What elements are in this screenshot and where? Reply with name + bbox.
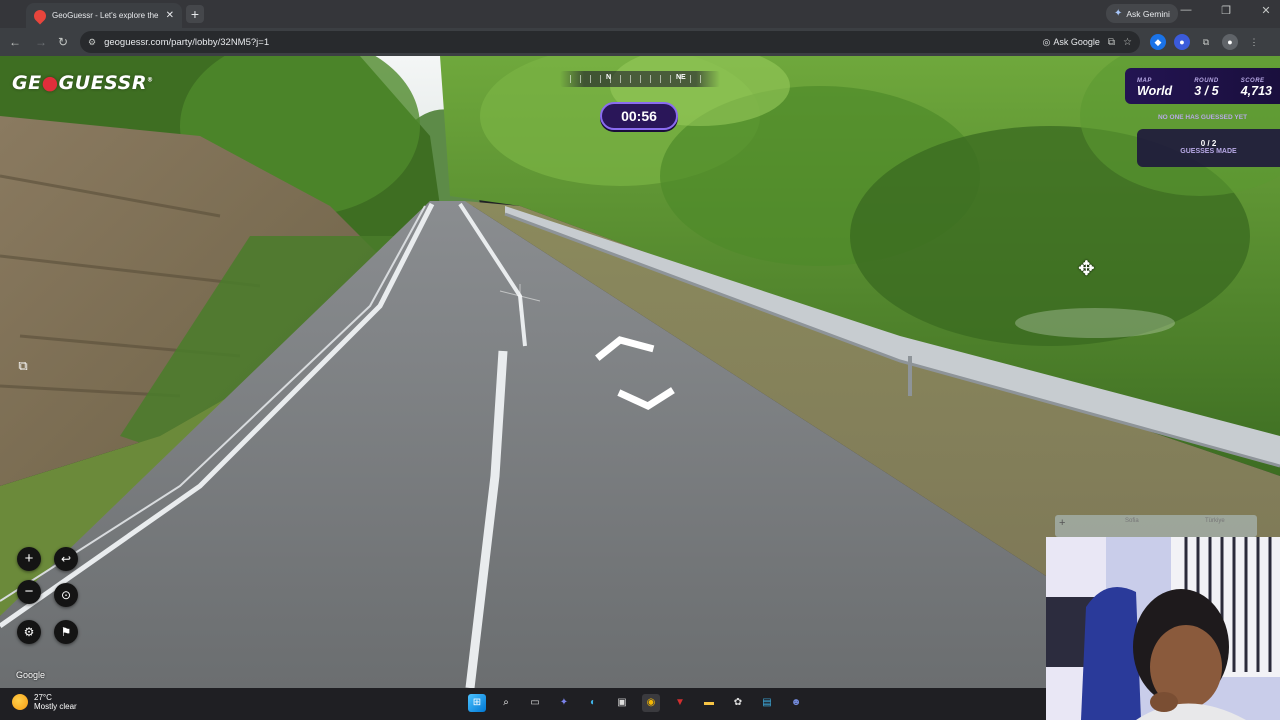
file-explorer-icon[interactable]: ▬	[700, 694, 718, 712]
chrome-menu-icon[interactable]: ⋮	[1246, 34, 1262, 50]
back-icon[interactable]: ←	[6, 33, 24, 51]
gallery-app-icon[interactable]: ▤	[758, 694, 776, 712]
logo-text-right: GUESSR	[58, 72, 147, 94]
profile-avatar[interactable]: ●	[1222, 34, 1238, 50]
address-bar-row: ← → ↻ ⚙ geoguessr.com/party/lobby/32NM5?…	[0, 28, 1280, 56]
ask-google-button[interactable]: ◎ Ask Google	[1043, 37, 1100, 48]
round-timer: 00:56	[600, 102, 678, 130]
weather-text: 27°C Mostly clear	[34, 693, 77, 711]
weather-temp: 27°C	[34, 693, 52, 702]
gemini-sparkle-icon: ✦	[1114, 8, 1123, 19]
guesses-label: GUESSES MADE	[1180, 148, 1237, 155]
bookmark-star-icon[interactable]: ☆	[1123, 37, 1132, 48]
close-window-icon[interactable]: ✕	[1260, 4, 1272, 17]
url-text[interactable]: geoguessr.com/party/lobby/32NM5?j=1	[104, 37, 1034, 48]
chrome-icon[interactable]: ◉	[642, 694, 660, 712]
windows-start-icon[interactable]: ⊞	[468, 694, 486, 712]
search-icon[interactable]: ⌕	[497, 694, 515, 712]
ask-gemini-button[interactable]: ✦ Ask Gemini	[1106, 4, 1178, 23]
game-status-main: MAP World ROUND 3 / 5 SCORE 4,713	[1125, 68, 1280, 104]
minimize-icon[interactable]: —	[1180, 4, 1192, 17]
maximize-icon[interactable]: ❐	[1220, 4, 1232, 17]
extension-blue-icon[interactable]: ◆	[1150, 34, 1166, 50]
edge-icon[interactable]: ◐	[584, 694, 602, 712]
discord-icon[interactable]: ☻	[787, 694, 805, 712]
flag-button[interactable]: ⚑	[54, 620, 78, 644]
logo-pin-icon: ●	[41, 72, 59, 94]
install-app-icon[interactable]: ⧉	[1108, 37, 1115, 48]
tab-title: GeoGuessr - Let's explore the w	[52, 11, 160, 20]
geoguessr-favicon-icon	[31, 7, 49, 24]
browser-tab-bar: GeoGuessr - Let's explore the w ✕ + ✦ As…	[0, 0, 1280, 28]
game-status-panel: MAP World ROUND 3 / 5 SCORE 4,713 NO ONE…	[1125, 68, 1280, 167]
minimap-expand-icon[interactable]: +	[1059, 517, 1065, 529]
omnibox[interactable]: ⚙ geoguessr.com/party/lobby/32NM5?j=1 ◎ …	[80, 31, 1140, 53]
guesses-made-box: 0 / 2 GUESSES MADE	[1137, 129, 1280, 167]
move-cursor-icon: ✥	[1078, 258, 1095, 280]
editor-app-icon[interactable]: ▼	[671, 694, 689, 712]
site-info-icon[interactable]: ⚙	[88, 37, 96, 48]
map-stat: MAP World	[1137, 78, 1172, 98]
teams-icon[interactable]: ✦	[555, 694, 573, 712]
windows-taskbar: 27°C Mostly clear ⊞ ⌕ ▭ ✦ ◐ ▣ ◉ ▼ ▬ ✿ ▤ …	[0, 688, 1046, 720]
map-value: World	[1137, 84, 1173, 98]
forward-icon[interactable]: →	[32, 33, 50, 51]
guess-minimap[interactable]: + Sofia Türkiye	[1055, 515, 1257, 537]
reload-icon[interactable]: ↻	[54, 33, 72, 51]
zoom-in-button[interactable]: +	[17, 547, 41, 571]
taskbar-apps: ⊞ ⌕ ▭ ✦ ◐ ▣ ◉ ▼ ▬ ✿ ▤ ☻	[468, 694, 805, 712]
google-lens-icon: ◎	[1042, 36, 1051, 47]
browser-tab-geoguessr[interactable]: GeoGuessr - Let's explore the w ✕	[26, 3, 182, 28]
photos-app-icon[interactable]: ✿	[729, 694, 747, 712]
store-icon[interactable]: ▣	[613, 694, 631, 712]
google-attribution: Google	[16, 670, 46, 680]
round-stat: ROUND 3 / 5	[1194, 78, 1219, 98]
return-to-start-button[interactable]: ⊙	[54, 583, 78, 607]
compass-northeast-label: NE	[676, 74, 686, 81]
compass-ticks	[570, 75, 710, 83]
compass-north-label: N	[606, 74, 612, 81]
ask-gemini-label: Ask Gemini	[1126, 8, 1170, 19]
undo-move-button[interactable]: ↩	[54, 547, 78, 571]
new-tab-button[interactable]: +	[186, 5, 204, 23]
streamer-webcam-image	[1046, 537, 1280, 720]
logo-text-left: GE	[12, 72, 42, 94]
weather-condition: Mostly clear	[34, 702, 77, 711]
score-stat: SCORE 4,713	[1241, 78, 1272, 98]
round-value: 3 / 5	[1194, 84, 1219, 98]
score-value: 4,713	[1240, 84, 1272, 98]
minimap-label-a: Sofia	[1125, 518, 1139, 524]
webcam-overlay	[1046, 537, 1280, 720]
geoguessr-logo: GE●GUESSR®	[12, 72, 154, 94]
extensions-row: ◆ ● ⧉ ● ⋮	[1150, 34, 1262, 50]
window-controls: — ❐ ✕	[1180, 4, 1272, 17]
compass-bar: N NE	[560, 71, 720, 87]
weather-sun-icon	[12, 694, 28, 710]
report-location-icon[interactable]: ⧉	[14, 358, 32, 376]
ask-google-label: Ask Google	[1053, 37, 1100, 47]
guesses-count: 0 / 2	[1200, 139, 1217, 148]
settings-button[interactable]: ⚙	[17, 620, 41, 644]
weather-widget[interactable]: 27°C Mostly clear	[12, 693, 77, 711]
guess-status-note: NO ONE HAS GUESSED YET	[1157, 114, 1248, 121]
close-tab-icon[interactable]: ✕	[166, 10, 174, 21]
extension-circle-icon[interactable]: ●	[1174, 34, 1190, 50]
extensions-puzzle-icon[interactable]: ⧉	[1198, 34, 1214, 50]
minimap-label-b: Türkiye	[1205, 518, 1225, 524]
task-view-icon[interactable]: ▭	[526, 694, 544, 712]
zoom-out-button[interactable]: −	[17, 580, 41, 604]
